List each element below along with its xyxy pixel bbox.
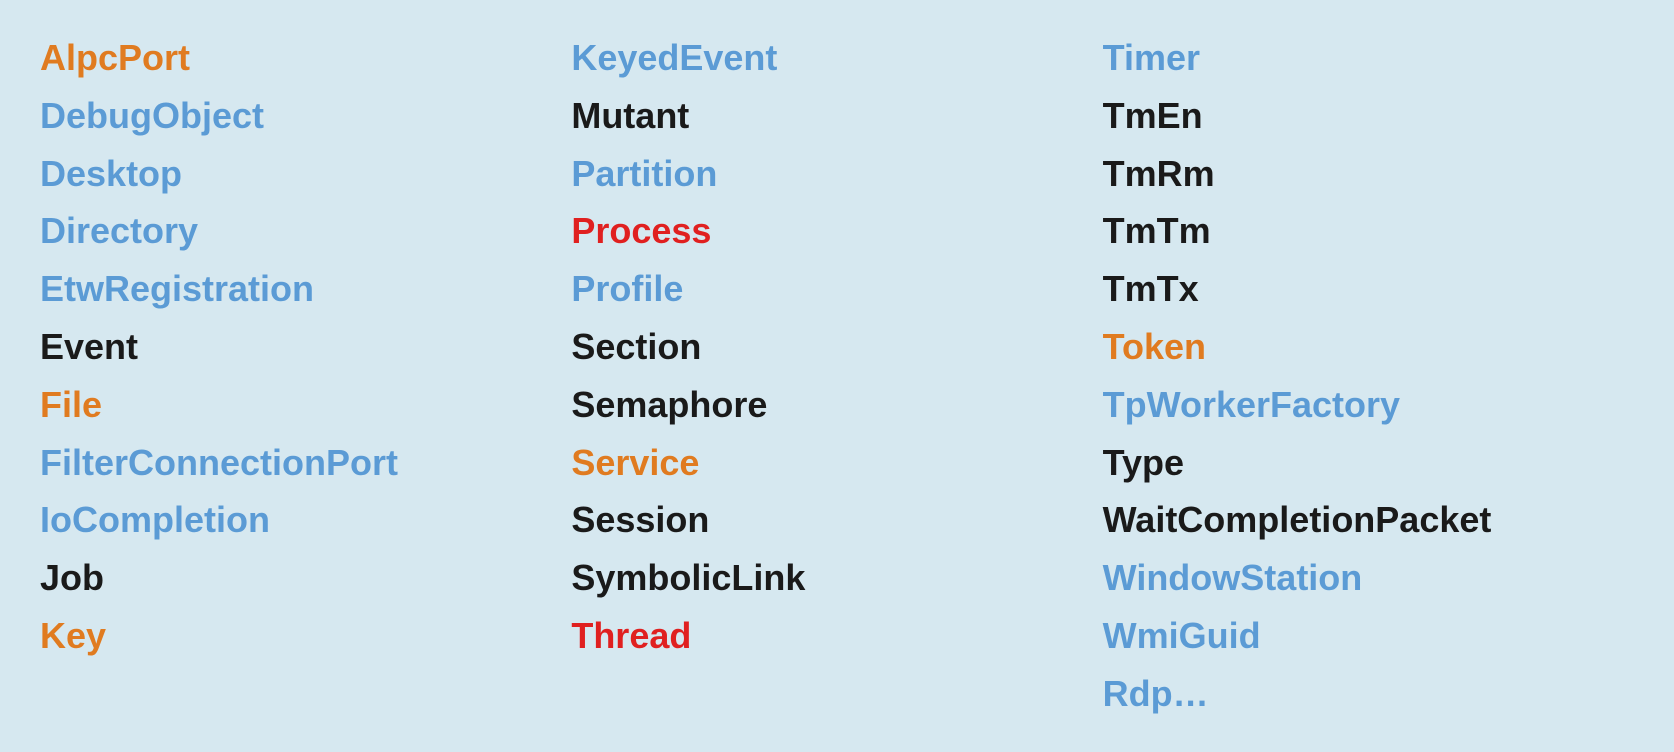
item-waitcompletionpacket: WaitCompletionPacket	[1103, 492, 1634, 548]
main-container: AlpcPortDebugObjectDesktopDirectoryEtwRe…	[0, 0, 1674, 752]
column-1: AlpcPortDebugObjectDesktopDirectoryEtwRe…	[40, 30, 571, 722]
item-keyedevent: KeyedEvent	[571, 30, 1102, 86]
item-debugobject: DebugObject	[40, 88, 571, 144]
item-directory: Directory	[40, 203, 571, 259]
item-job: Job	[40, 550, 571, 606]
item-rdp-: Rdp…	[1103, 666, 1634, 722]
column-3: TimerTmEnTmRmTmTmTmTxTokenTpWorkerFactor…	[1103, 30, 1634, 722]
item-token: Token	[1103, 319, 1634, 375]
item-session: Session	[571, 492, 1102, 548]
item-section: Section	[571, 319, 1102, 375]
item-mutant: Mutant	[571, 88, 1102, 144]
item-wmiguid: WmiGuid	[1103, 608, 1634, 664]
item-process: Process	[571, 203, 1102, 259]
item-service: Service	[571, 435, 1102, 491]
item-profile: Profile	[571, 261, 1102, 317]
item-type: Type	[1103, 435, 1634, 491]
item-tmtx: TmTx	[1103, 261, 1634, 317]
item-etwregistration: EtwRegistration	[40, 261, 571, 317]
item-file: File	[40, 377, 571, 433]
item-event: Event	[40, 319, 571, 375]
item-tmtm: TmTm	[1103, 203, 1634, 259]
item-iocompletion: IoCompletion	[40, 492, 571, 548]
item-tmrm: TmRm	[1103, 146, 1634, 202]
item-tmen: TmEn	[1103, 88, 1634, 144]
item-desktop: Desktop	[40, 146, 571, 202]
item-windowstation: WindowStation	[1103, 550, 1634, 606]
item-filterconnectionport: FilterConnectionPort	[40, 435, 571, 491]
item-thread: Thread	[571, 608, 1102, 664]
item-key: Key	[40, 608, 571, 664]
item-timer: Timer	[1103, 30, 1634, 86]
item-tpworkerfactory: TpWorkerFactory	[1103, 377, 1634, 433]
item-semaphore: Semaphore	[571, 377, 1102, 433]
column-2: KeyedEventMutantPartitionProcessProfileS…	[571, 30, 1102, 722]
item-alpcport: AlpcPort	[40, 30, 571, 86]
item-partition: Partition	[571, 146, 1102, 202]
item-symboliclink: SymbolicLink	[571, 550, 1102, 606]
